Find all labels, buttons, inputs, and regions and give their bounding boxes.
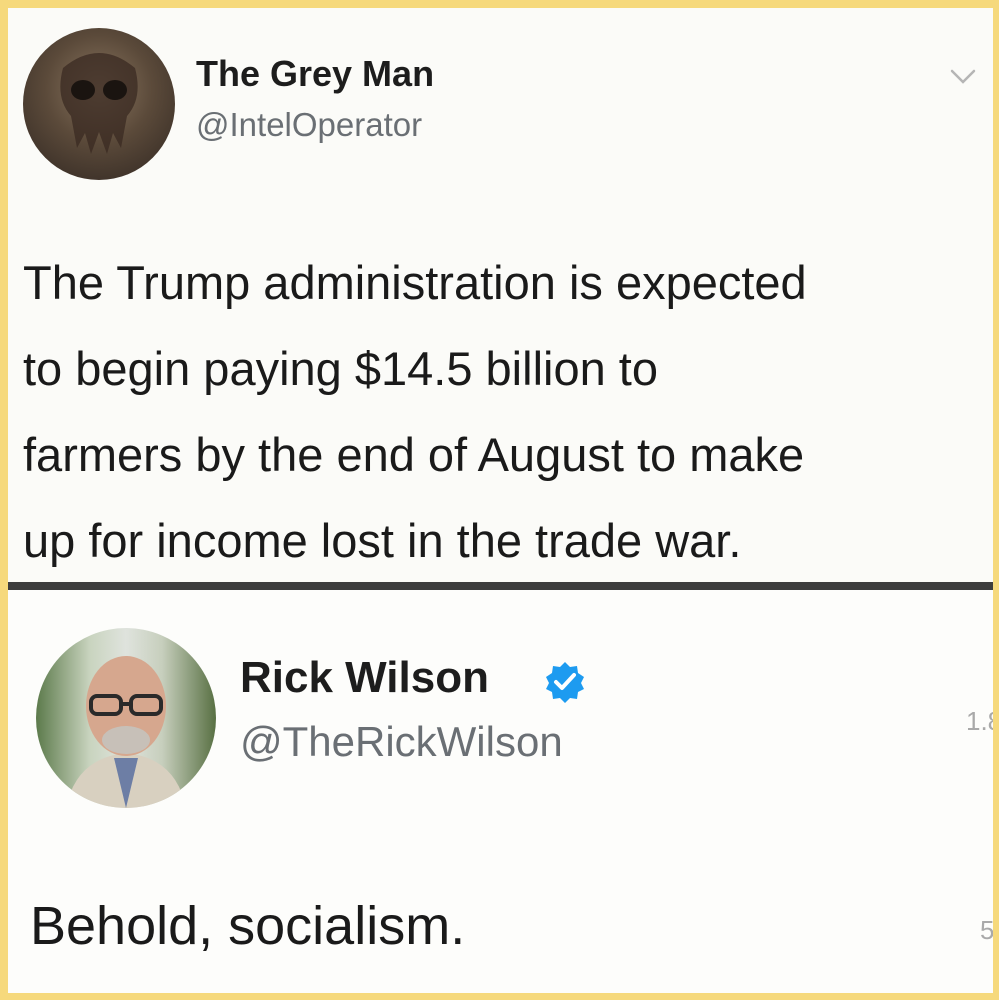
author-handle[interactable]: @IntelOperator	[196, 106, 422, 144]
screenshot-frame: The Grey Man @IntelOperator The Trump ad…	[8, 8, 993, 993]
tweet-text: The Trump administration is expected to …	[23, 240, 983, 584]
divider	[8, 582, 993, 590]
cropped-count: 5	[980, 915, 993, 945]
tweet-text-line: The Trump administration is expected	[23, 256, 807, 309]
author-handle[interactable]: @TheRickWilson	[240, 718, 563, 766]
tweet-text-line: to begin paying $14.5 billion to	[23, 342, 658, 395]
person-photo-icon	[66, 656, 186, 808]
avatar[interactable]	[36, 628, 216, 808]
tweet-text-line: farmers by the end of August to make	[23, 428, 805, 481]
author-name[interactable]: The Grey Man	[196, 53, 434, 95]
punisher-skull-icon	[60, 53, 138, 154]
tweet-card-rick-wilson: Rick Wilson @TheRickWilson Behold, socia…	[8, 590, 993, 993]
author-name[interactable]: Rick Wilson	[240, 653, 489, 703]
cropped-count: 1.8	[966, 706, 993, 736]
tweet-card-grey-man: The Grey Man @IntelOperator The Trump ad…	[8, 8, 993, 582]
avatar[interactable]	[23, 28, 175, 180]
chevron-down-icon[interactable]	[950, 68, 976, 86]
tweet-text-line: up for income lost in the trade war.	[23, 514, 742, 567]
tweet-text: Behold, socialism.	[30, 896, 466, 956]
verified-badge-icon	[546, 662, 584, 703]
